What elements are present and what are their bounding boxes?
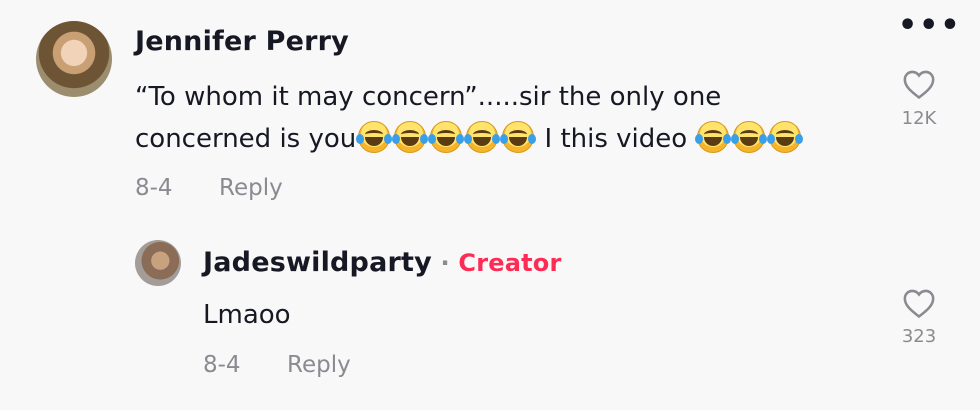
comment-text-line-2: concerned is you I this video <box>135 118 895 160</box>
laughing-emoji-icon <box>392 121 429 153</box>
laughing-emoji-icon <box>767 121 804 153</box>
laughing-emoji-icon <box>695 121 732 153</box>
comment-text: “To whom it may concern”.....sir the onl… <box>135 76 895 160</box>
laughing-emoji-icon <box>428 121 465 153</box>
more-options-icon[interactable]: ••• <box>898 8 962 43</box>
commenter-username[interactable]: Jennifer Perry <box>135 26 349 57</box>
laughing-emoji-icon <box>464 121 501 153</box>
reply-date: 8-4 <box>203 352 241 378</box>
creator-badge: Creator <box>458 249 562 277</box>
heart-outline-icon[interactable] <box>902 287 936 319</box>
comment-text-line-1: “To whom it may concern”.....sir the onl… <box>135 82 722 112</box>
creator-avatar[interactable] <box>135 240 181 286</box>
reply-like-count: 323 <box>901 326 937 347</box>
heart-outline-icon[interactable] <box>902 68 936 100</box>
reply-reply-button[interactable]: Reply <box>287 352 351 378</box>
comment-text-line-2-mid: I this video <box>536 124 696 154</box>
reply-header: Jadeswildparty · Creator <box>203 247 562 278</box>
separator-dot: · <box>431 249 459 277</box>
comment-reply-button[interactable]: Reply <box>219 175 283 201</box>
laughing-emoji-icon <box>356 121 393 153</box>
comment-date: 8-4 <box>135 175 173 201</box>
reply-text: Lmaoo <box>203 300 291 330</box>
commenter-avatar[interactable] <box>36 21 112 97</box>
laughing-emoji-icon <box>500 121 537 153</box>
creator-username[interactable]: Jadeswildparty <box>203 247 432 278</box>
like-button[interactable] <box>902 68 936 100</box>
reply-like-button[interactable] <box>902 287 936 319</box>
comment-text-line-2-start: concerned is you <box>135 124 357 154</box>
like-count: 12K <box>901 108 937 129</box>
laughing-emoji-icon <box>731 121 768 153</box>
